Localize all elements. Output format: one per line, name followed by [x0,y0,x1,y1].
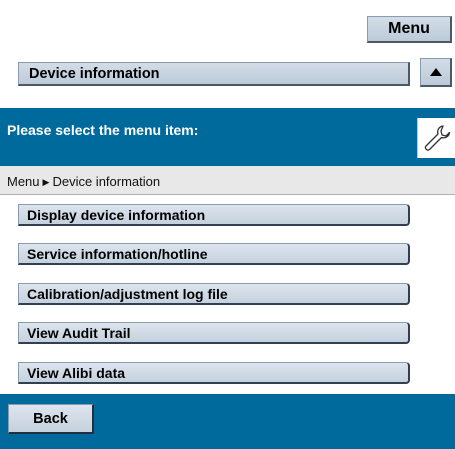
breadcrumb-root: Menu [7,174,40,189]
wrench-icon [417,118,455,158]
breadcrumb-current: Device information [52,174,161,189]
back-button[interactable]: Back [8,404,94,434]
menu-panel: Please select the menu item: Menu ▶ Device… [0,108,455,449]
menu-button[interactable]: Menu [367,16,452,43]
view-audit-trail-button[interactable]: View Audit Trail [18,322,410,344]
view-alibi-data-button[interactable]: View Alibi data [18,362,410,384]
breadcrumb-bar: Menu ▶ Device information [0,166,455,195]
breadcrumb: Menu ▶ Device information [7,174,160,189]
triangle-up-icon [429,68,442,76]
panel-title: Please select the menu item: [7,122,199,138]
device-information-selector[interactable]: Device information [18,62,410,86]
scroll-up-button[interactable] [420,58,452,87]
panel-header: Please select the menu item: [0,108,455,166]
breadcrumb-arrow-icon: ▶ [42,177,50,187]
service-information-hotline-button[interactable]: Service information/hotline [18,243,410,265]
wrench-icon-graphic [424,125,451,151]
panel-footer: Back [0,394,455,449]
display-device-information-button[interactable]: Display device information [18,204,410,226]
calibration-adjustment-log-file-button[interactable]: Calibration/adjustment log file [18,283,410,305]
menu-list: Display device information Service infor… [0,195,455,394]
